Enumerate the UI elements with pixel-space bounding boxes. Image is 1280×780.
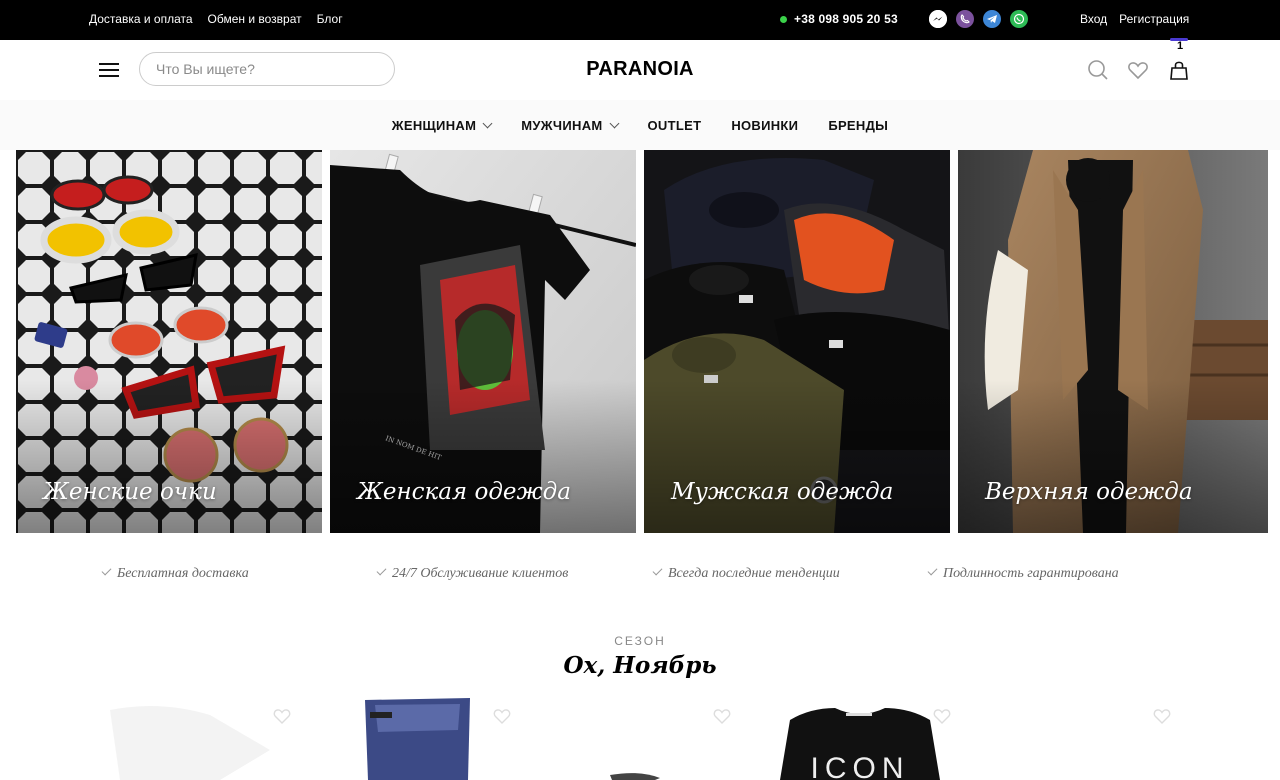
check-icon — [376, 565, 387, 575]
top-links: Доставка и оплата Обмен и возврат Блог — [89, 12, 343, 26]
online-status-icon — [780, 15, 787, 23]
delivery-link[interactable]: Доставка и оплата — [89, 12, 193, 26]
glasses-image — [16, 150, 322, 533]
chevron-down-icon — [609, 118, 619, 128]
login-link[interactable]: Вход — [1080, 12, 1107, 26]
nav-new-label: НОВИНКИ — [731, 117, 799, 133]
svg-text:ICON: ICON — [811, 752, 910, 780]
messenger-icon[interactable] — [929, 10, 947, 28]
product-card[interactable] — [540, 690, 740, 780]
product-image — [320, 690, 520, 780]
viber-icon[interactable] — [956, 10, 974, 28]
product-card[interactable] — [100, 690, 300, 780]
auth-links: Вход Регистрация — [1080, 12, 1189, 26]
phone-contact[interactable]: +38 098 905 20 53 — [780, 12, 898, 26]
product-card[interactable] — [980, 690, 1180, 780]
wishlist-heart-icon[interactable] — [933, 708, 951, 724]
blog-link[interactable]: Блог — [317, 12, 343, 26]
check-icon — [652, 565, 663, 575]
tshirt-image: IN NOM DE HIT — [330, 150, 636, 533]
register-link[interactable]: Регистрация — [1119, 12, 1189, 26]
nav-new[interactable]: НОВИНКИ — [731, 118, 798, 133]
category-label: Верхняя одежда — [985, 479, 1193, 505]
product-image — [980, 690, 1180, 780]
nav-men[interactable]: МУЖЧИНАМ — [521, 117, 619, 133]
chevron-down-icon — [482, 118, 493, 128]
returns-link[interactable]: Обмен и возврат — [208, 12, 302, 26]
product-card[interactable] — [320, 690, 520, 780]
telegram-icon[interactable] — [983, 10, 1001, 28]
nav-brands-label: БРЕНДЫ — [828, 117, 889, 133]
wishlist-heart-icon[interactable] — [493, 708, 511, 724]
sweaters-image — [644, 150, 950, 533]
category-tiles: Женские очки IN NOM DE HIT — [16, 150, 1268, 533]
season-kicker: СЕЗОН — [614, 634, 666, 648]
category-tile-glasses[interactable]: Женские очки — [16, 150, 322, 533]
benefit-item: Подлинность гарантирована — [927, 565, 1119, 582]
heart-icon[interactable] — [1127, 59, 1149, 81]
wishlist-heart-icon[interactable] — [1153, 708, 1171, 724]
wishlist-heart-icon[interactable] — [713, 708, 731, 724]
nav-outlet[interactable]: OUTLET — [648, 118, 702, 133]
benefit-text: Бесплатная доставка — [117, 566, 249, 581]
wishlist-heart-icon[interactable] — [273, 708, 291, 724]
benefit-item: Бесплатная доставка — [101, 565, 249, 582]
nav-women[interactable]: ЖЕНЩИНАМ — [391, 117, 493, 133]
phone-number[interactable]: +38 098 905 20 53 — [794, 12, 898, 26]
benefit-text: 24/7 Обслуживание клиентов — [392, 566, 569, 581]
header: PARANOIA 1 — [0, 38, 1280, 100]
product-image: ICON — [760, 690, 960, 780]
category-tile-women-clothing[interactable]: IN NOM DE HIT Женская одежда — [330, 150, 636, 533]
product-card[interactable]: ICON — [760, 690, 960, 780]
benefit-text: Подлинность гарантирована — [943, 566, 1119, 581]
category-label: Женские очки — [43, 479, 217, 505]
nav-women-label: ЖЕНЩИНАМ — [391, 117, 477, 133]
check-icon — [927, 565, 938, 575]
product-image — [100, 690, 300, 780]
check-icon — [101, 565, 112, 575]
benefit-text: Всегда последние тенденции — [668, 566, 840, 581]
nav-outlet-label: OUTLET — [647, 117, 702, 133]
top-bar: Доставка и оплата Обмен и возврат Блог +… — [0, 0, 1280, 40]
social-links — [929, 10, 1028, 28]
whatsapp-icon[interactable] — [1010, 10, 1028, 28]
benefit-item: Всегда последние тенденции — [652, 565, 840, 582]
search-icon[interactable] — [1087, 59, 1109, 81]
category-tile-men-clothing[interactable]: Мужская одежда — [644, 150, 950, 533]
cart-count: 1 — [1176, 40, 1184, 52]
season-title: Ох, Ноябрь — [563, 652, 717, 679]
product-row: ICON — [100, 690, 1180, 780]
category-label: Женская одежда — [357, 479, 571, 505]
logo[interactable]: PARANOIA — [586, 58, 694, 80]
category-tile-outerwear[interactable]: Верхняя одежда — [958, 150, 1268, 533]
benefit-item: 24/7 Обслуживание клиентов — [376, 565, 569, 582]
main-nav: ЖЕНЩИНАМ МУЖЧИНАМ OUTLET НОВИНКИ БРЕНДЫ — [0, 100, 1280, 150]
benefits-row: Бесплатная доставка 24/7 Обслуживание кл… — [0, 565, 1280, 586]
search-input[interactable] — [139, 52, 395, 86]
menu-icon[interactable] — [99, 63, 119, 77]
nav-brands[interactable]: БРЕНДЫ — [828, 118, 888, 133]
product-image — [540, 690, 740, 780]
coat-image — [958, 150, 1268, 533]
category-label: Мужская одежда — [671, 479, 894, 505]
nav-men-label: МУЖЧИНАМ — [521, 117, 603, 133]
bag-icon[interactable] — [1168, 59, 1190, 81]
